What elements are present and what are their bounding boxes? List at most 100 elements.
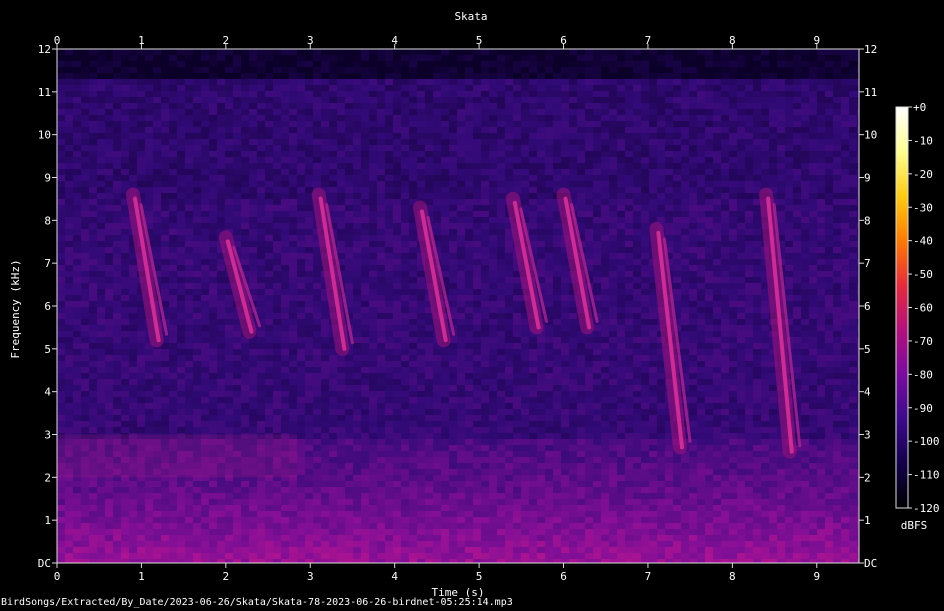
heatmap-cell (289, 73, 297, 79)
heatmap-cell (577, 79, 585, 85)
heatmap-cell (793, 289, 801, 295)
heatmap-cell (161, 151, 169, 157)
heatmap-cell (449, 223, 457, 229)
heatmap-cell (281, 229, 289, 235)
heatmap-cell (489, 313, 497, 319)
heatmap-cell (497, 217, 505, 223)
heatmap-cell (65, 187, 73, 193)
heatmap-cell (633, 331, 641, 337)
heatmap-cell (617, 337, 625, 343)
heatmap-cell (705, 295, 713, 301)
heatmap-cell (705, 229, 713, 235)
heatmap-cell (609, 139, 617, 145)
heatmap-cell (97, 145, 105, 151)
heatmap-cell (441, 223, 449, 229)
heatmap-cell (681, 211, 689, 217)
heatmap-cell (625, 163, 633, 169)
heatmap-cell (641, 169, 649, 175)
heatmap-cell (505, 79, 513, 85)
heatmap-cell (265, 277, 273, 283)
heatmap-cell (401, 97, 409, 103)
heatmap-cell (361, 277, 369, 283)
heatmap-cell (65, 205, 73, 211)
heatmap-cell (97, 91, 105, 97)
heatmap-cell (337, 157, 345, 163)
heatmap-cell (513, 181, 521, 187)
heatmap-cell (417, 193, 425, 199)
heatmap-cell (377, 109, 385, 115)
heatmap-cell (737, 319, 745, 325)
heatmap-cell (545, 253, 553, 259)
heatmap-cell (657, 79, 665, 85)
heatmap-cell (489, 169, 497, 175)
heatmap-cell (785, 145, 793, 151)
heatmap-cell (617, 157, 625, 163)
heatmap-cell (561, 49, 569, 55)
heatmap-cell (89, 289, 97, 295)
heatmap-cell (713, 253, 721, 259)
heatmap-cell (681, 127, 689, 133)
heatmap-cell (585, 133, 593, 139)
heatmap-cell (289, 211, 297, 217)
heatmap-cell (625, 73, 633, 79)
heatmap-cell (81, 331, 89, 337)
heatmap-cell (625, 67, 633, 73)
heatmap-cell (577, 67, 585, 73)
heatmap-cell (601, 157, 609, 163)
heatmap-cell (57, 145, 65, 151)
heatmap-cell (257, 343, 265, 349)
heatmap-cell (521, 115, 529, 121)
heatmap-cell (641, 97, 649, 103)
heatmap-cell (185, 85, 193, 91)
heatmap-cell (289, 301, 297, 307)
heatmap-cell (841, 55, 849, 61)
heatmap-cell (785, 115, 793, 121)
heatmap-cell (761, 331, 769, 337)
heatmap-cell (377, 217, 385, 223)
heatmap-cell (473, 139, 481, 145)
heatmap-cell (753, 139, 761, 145)
heatmap-cell (729, 181, 737, 187)
heatmap-cell (265, 73, 273, 79)
heatmap-cell (217, 67, 225, 73)
heatmap-cell (609, 337, 617, 343)
heatmap-cell (481, 73, 489, 79)
heatmap-cell (737, 85, 745, 91)
heatmap-cell (201, 319, 209, 325)
heatmap-cell (737, 103, 745, 109)
heatmap-cell (825, 181, 833, 187)
heatmap-cell (385, 259, 393, 265)
heatmap-cell (193, 139, 201, 145)
heatmap-cell (801, 121, 809, 127)
heatmap-cell (201, 259, 209, 265)
heatmap-cell (777, 103, 785, 109)
heatmap-cell (121, 313, 129, 319)
heatmap-cell (553, 301, 561, 307)
heatmap-cell (705, 127, 713, 133)
heatmap-cell (401, 265, 409, 271)
heatmap-cell (569, 331, 577, 337)
heatmap-cell (377, 55, 385, 61)
heatmap-cell (185, 61, 193, 67)
heatmap-cell (281, 85, 289, 91)
heatmap-cell (321, 151, 329, 157)
heatmap-cell (113, 337, 121, 343)
heatmap-cell (177, 343, 185, 349)
heatmap-cell (673, 181, 681, 187)
heatmap-cell (289, 247, 297, 253)
heatmap-cell (769, 151, 777, 157)
heatmap-cell (609, 301, 617, 307)
heatmap-cell (793, 229, 801, 235)
heatmap-cell (601, 229, 609, 235)
heatmap-cell (233, 205, 241, 211)
heatmap-cell (625, 205, 633, 211)
heatmap-cell (417, 61, 425, 67)
heatmap-cell (145, 193, 153, 199)
heatmap-cell (857, 331, 859, 337)
heatmap-cell (73, 283, 81, 289)
heatmap-cell (561, 67, 569, 73)
heatmap-cell (401, 175, 409, 181)
heatmap-cell (409, 169, 417, 175)
heatmap-cell (273, 337, 281, 343)
heatmap-cell (169, 193, 177, 199)
